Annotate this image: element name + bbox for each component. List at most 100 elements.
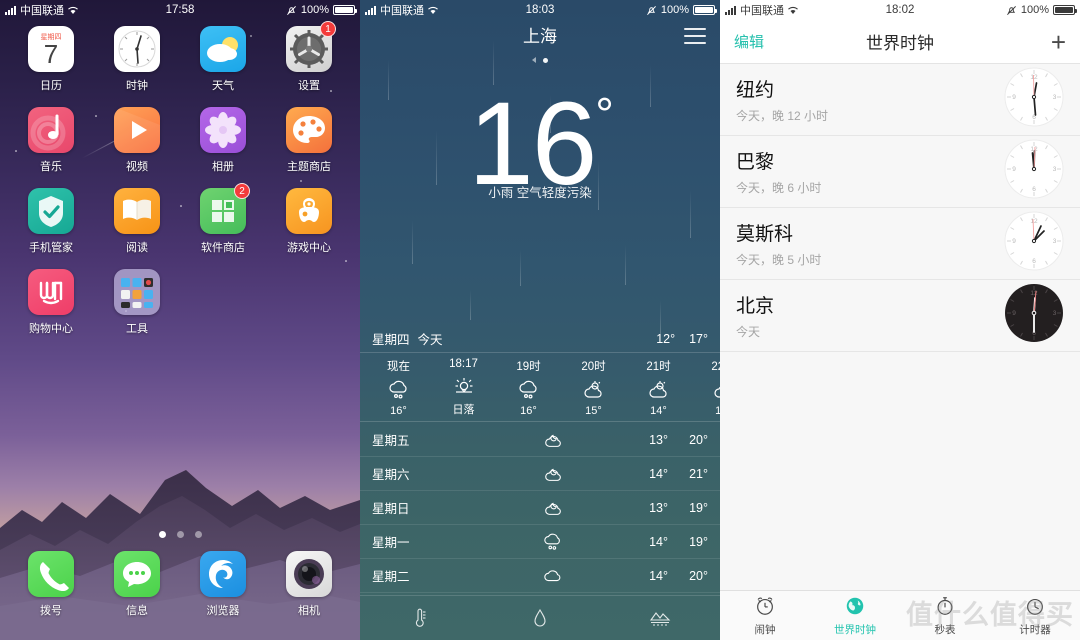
svg-text:6: 6 [1032, 258, 1036, 265]
world-clock-panel: 中国联通 18:02 100% 编辑 世界时钟 + 纽约 今天，晚 12 小时 [720, 0, 1080, 640]
analog-clock-face-dark: 12 3 6 9 [1004, 283, 1064, 348]
tab-world-clock[interactable]: 世界时钟 [810, 591, 900, 640]
app-video[interactable]: 视频 [94, 107, 180, 174]
water-drop-icon[interactable] [480, 596, 600, 640]
thermometer-icon[interactable] [360, 596, 480, 640]
app-settings[interactable]: 1 设置 [266, 21, 352, 93]
video-play-icon [114, 107, 160, 153]
partly-cloudy-icon [561, 377, 626, 403]
stopwatch-icon [934, 595, 956, 620]
app-theme-store[interactable]: 主题商店 [266, 107, 352, 174]
hourly-item[interactable]: 现在 16° [366, 354, 431, 421]
app-clock[interactable]: 时钟 [94, 26, 180, 93]
city-name: 上海 [523, 27, 557, 46]
app-game-center[interactable]: 游戏中心 [266, 188, 352, 255]
battery-percent: 100% [300, 4, 329, 16]
app-photos[interactable]: 相册 [180, 107, 266, 174]
hourly-item[interactable]: 20时 15° [561, 354, 626, 421]
theme-palette-icon [286, 107, 332, 153]
app-label: 购物中心 [29, 323, 73, 335]
app-label: 主题商店 [287, 161, 331, 173]
rain-cloud-icon [464, 532, 642, 552]
analog-clock-face: 12 3 6 9 [1004, 67, 1064, 132]
hourly-item[interactable]: 21时 14° [626, 354, 691, 421]
app-software-store[interactable]: 2 软件商店 [180, 183, 266, 255]
app-music[interactable]: 音乐 [8, 107, 94, 174]
gamepad-icon [286, 188, 332, 234]
list-item[interactable]: 莫斯科 今天，晚 5 小时 12 3 6 9 [720, 208, 1080, 280]
dock-messages[interactable]: 信息 [94, 551, 180, 618]
svg-text:3: 3 [1053, 310, 1057, 317]
page-indicator[interactable] [0, 531, 360, 538]
rain-cloud-icon [496, 377, 561, 403]
today-summary-row[interactable]: 星期四 今天 12° 17° [360, 325, 720, 353]
city-offset: 今天 [736, 325, 761, 339]
mute-bell-icon [286, 5, 296, 15]
page-dot[interactable] [194, 531, 202, 538]
app-tools-folder[interactable]: 工具 [94, 269, 180, 336]
daily-item[interactable]: 星期五 13° 20° [360, 423, 720, 457]
message-bubble-icon [114, 551, 160, 597]
hour-temp: 16° [520, 405, 537, 417]
list-item[interactable]: 纽约 今天，晚 12 小时 12 3 6 [720, 64, 1080, 136]
hourly-forecast-strip[interactable]: 现在 16° 18:17 日落 19时 16° 20时 15° 21时 14° … [360, 354, 720, 422]
hourly-item[interactable]: 22时 13° [691, 354, 720, 421]
dock-camera[interactable]: 相机 [266, 551, 352, 618]
daily-item[interactable]: 星期六 14° 21° [360, 457, 720, 491]
analog-clock-face: 12 3 6 9 [1004, 211, 1064, 276]
tab-alarm[interactable]: 闹钟 [720, 591, 810, 640]
hourly-item[interactable]: 18:17 日落 [431, 354, 496, 421]
browser-icon [200, 551, 246, 597]
app-reading[interactable]: 阅读 [94, 188, 180, 255]
tab-stopwatch[interactable]: 秒表 [900, 591, 990, 640]
city-pager[interactable] [360, 57, 720, 63]
rain-cloud-icon [366, 377, 431, 403]
air-quality-mountain-icon[interactable] [600, 596, 720, 640]
add-city-button[interactable]: + [1051, 29, 1066, 55]
city-offset: 今天，晚 5 小时 [736, 253, 822, 267]
dock-phone[interactable]: 拨号 [8, 551, 94, 618]
list-item[interactable]: 巴黎 今天，晚 6 小时 12 3 6 9 [720, 136, 1080, 208]
daily-item[interactable]: 星期一 14° 19° [360, 525, 720, 559]
list-item[interactable]: 北京 今天 12 3 6 9 [720, 280, 1080, 352]
badge-count: 2 [234, 183, 250, 199]
page-dot-active[interactable] [158, 531, 166, 538]
day-high: 21° [689, 466, 708, 481]
app-row: 音乐 视频 相册 主题商店 [8, 107, 352, 188]
app-weather[interactable]: 天气 [180, 26, 266, 93]
home-status-bar: 中国联通 17:58 100% [0, 0, 360, 20]
svg-text:3: 3 [1053, 94, 1057, 101]
hour-time: 19时 [516, 361, 541, 373]
daily-item[interactable]: 星期二 14° 20° [360, 559, 720, 593]
partly-cloudy-night-icon [464, 498, 642, 518]
menu-hamburger-icon[interactable] [684, 28, 706, 49]
today-high: 17° [689, 331, 708, 346]
app-label: 相机 [298, 605, 320, 617]
partly-cloudy-icon [691, 377, 720, 403]
city-text: 北京 今天 [736, 291, 774, 340]
app-label: 视频 [126, 161, 148, 173]
app-label: 拨号 [40, 605, 62, 617]
weather-footer-bar [360, 595, 720, 640]
sunset-icon [431, 373, 496, 399]
city-offset: 今天，晚 12 小时 [736, 109, 829, 123]
day-range: 14° 19° [642, 535, 708, 549]
pager-dot-active[interactable] [543, 57, 548, 63]
app-label: 音乐 [40, 161, 62, 173]
page-dot[interactable] [176, 531, 184, 538]
dock-browser[interactable]: 浏览器 [180, 551, 266, 618]
battery-icon [1053, 5, 1077, 15]
hourly-item[interactable]: 19时 16° [496, 354, 561, 421]
hour-temp: 15° [585, 405, 602, 417]
svg-text:12: 12 [1030, 74, 1038, 81]
app-phone-manager[interactable]: 手机管家 [8, 188, 94, 255]
bottom-tab-bar: 闹钟 世界时钟 秒表 计时器 [720, 590, 1080, 640]
app-shopping[interactable]: 购物中心 [8, 269, 94, 336]
clock-nav-bar: 编辑 世界时钟 + [720, 20, 1080, 64]
app-calendar[interactable]: 星期四 7 日历 [8, 26, 94, 93]
tab-timer[interactable]: 计时器 [990, 591, 1080, 640]
analog-clock-face: 12 3 6 9 [1004, 139, 1064, 204]
badge-count: 1 [320, 21, 336, 37]
day-high: 20° [689, 432, 708, 447]
daily-item[interactable]: 星期日 13° 19° [360, 491, 720, 525]
